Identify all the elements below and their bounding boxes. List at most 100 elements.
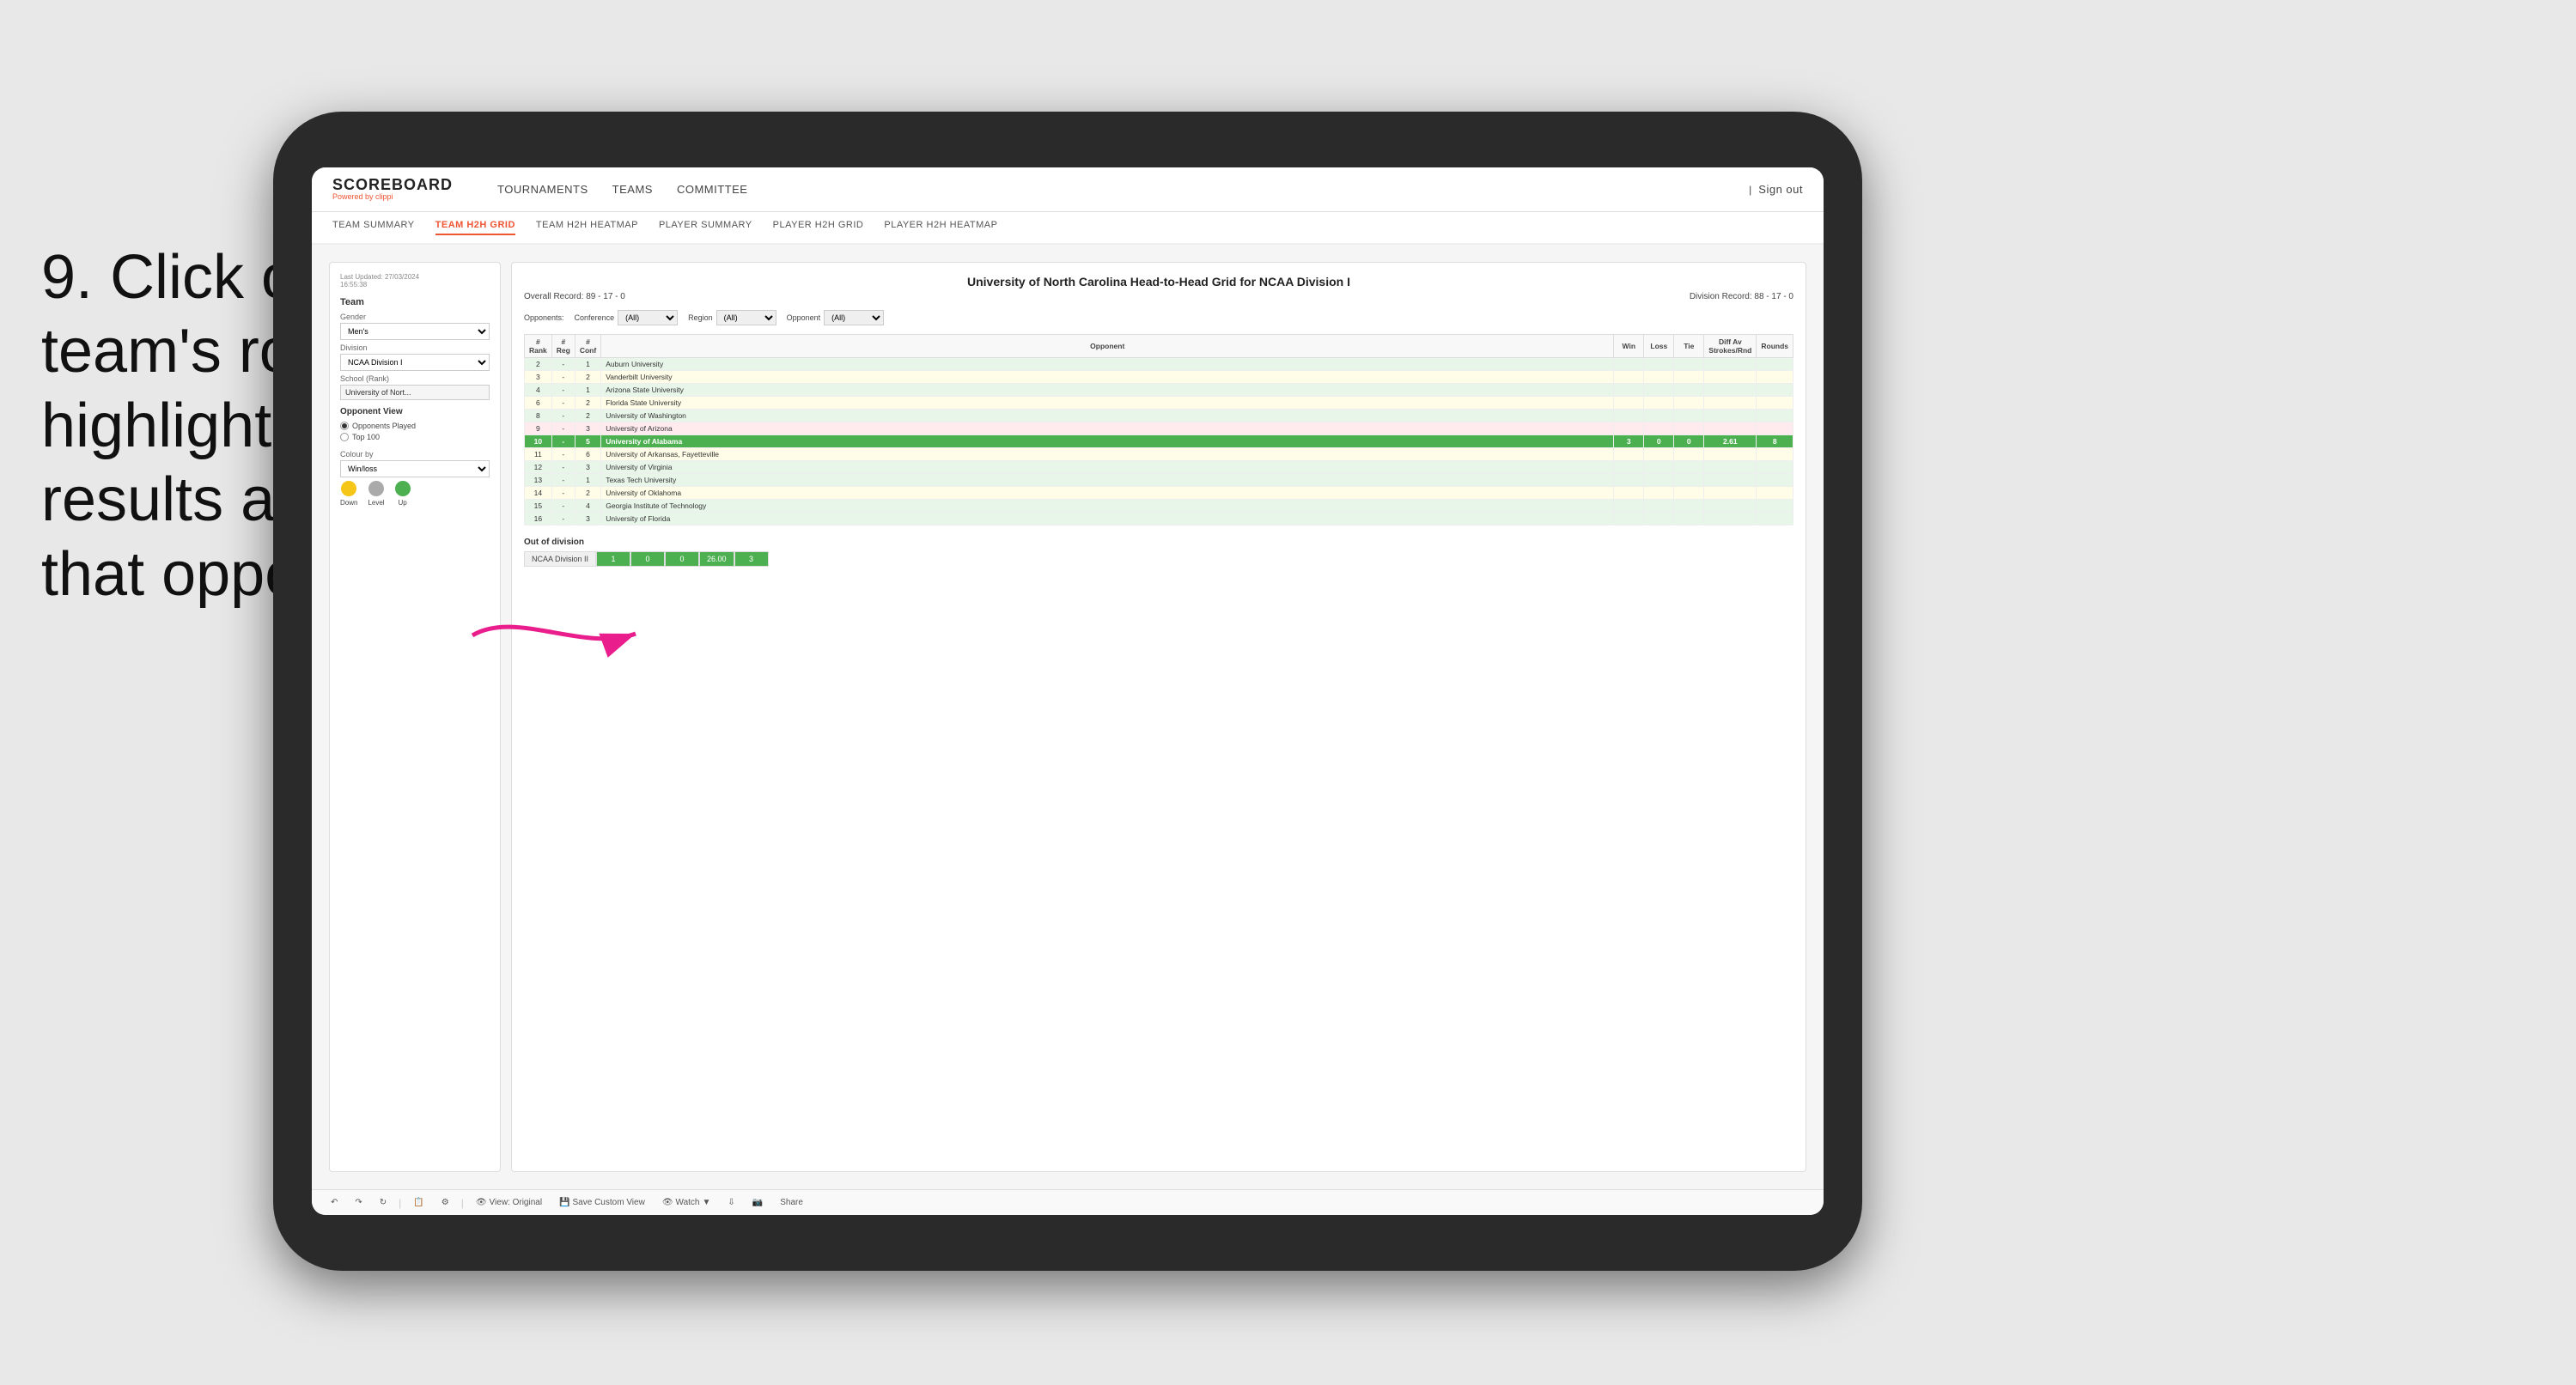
table-row[interactable]: 9-3University of Arizona <box>525 422 1793 435</box>
opponents-label: Opponents: <box>524 313 564 322</box>
opponent-select[interactable]: (All) <box>824 310 884 325</box>
conference-select[interactable]: (All) <box>618 310 678 325</box>
grid-title: University of North Carolina Head-to-Hea… <box>524 275 1793 289</box>
colour-section: Colour by Win/loss Down Level <box>340 450 490 507</box>
team-section-title: Team <box>340 297 490 307</box>
data-table: # Rank # Reg # Conf Opponent Win Loss Ti… <box>524 334 1793 525</box>
gender-select[interactable]: Men's <box>340 323 490 340</box>
table-row[interactable]: 3-2Vanderbilt University <box>525 371 1793 384</box>
nav-bar: SCOREBOARD Powered by clippi TOURNAMENTS… <box>312 167 1824 212</box>
nav-teams[interactable]: TEAMS <box>612 183 653 196</box>
radio-group: Opponents Played Top 100 <box>340 422 490 441</box>
logo-text: SCOREBOARD <box>332 177 453 194</box>
col-reg: # Reg <box>551 335 575 358</box>
radio-top100[interactable]: Top 100 <box>340 433 490 441</box>
radio-opponents-played[interactable]: Opponents Played <box>340 422 490 430</box>
down-circle <box>341 481 356 496</box>
nav-tournaments[interactable]: TOURNAMENTS <box>497 183 588 196</box>
out-div-diff: 26.00 <box>699 551 734 567</box>
out-div-rounds: 3 <box>734 551 769 567</box>
table-row[interactable]: 16-3University of Florida <box>525 513 1793 525</box>
level-circle <box>368 481 384 496</box>
division-select[interactable]: NCAA Division I <box>340 354 490 371</box>
nav-committee[interactable]: COMMITTEE <box>677 183 748 196</box>
tablet-screen: SCOREBOARD Powered by clippi TOURNAMENTS… <box>312 167 1824 1215</box>
main-content: Last Updated: 27/03/2024 16:55:38 Team G… <box>312 245 1824 1189</box>
out-div-win: 1 <box>596 551 630 567</box>
filters-row: Opponents: Conference (All) Region (All) <box>524 310 1793 325</box>
tab-player-h2h-heatmap[interactable]: PLAYER H2H HEATMAP <box>884 220 997 235</box>
school-value[interactable]: University of Nort... <box>340 385 490 400</box>
save-icon: 💾 <box>559 1198 569 1207</box>
conference-filter: Conference (All) <box>575 310 679 325</box>
table-row[interactable]: 11-6University of Arkansas, Fayetteville <box>525 448 1793 461</box>
tab-team-h2h-heatmap[interactable]: TEAM H2H HEATMAP <box>536 220 638 235</box>
grid-records: Overall Record: 89 - 17 - 0 Division Rec… <box>524 292 1793 301</box>
table-row[interactable]: 8-2University of Washington <box>525 410 1793 422</box>
division-label: Division <box>340 343 490 352</box>
gender-label: Gender <box>340 313 490 321</box>
tab-player-summary[interactable]: PLAYER SUMMARY <box>659 220 752 235</box>
overall-record: Overall Record: 89 - 17 - 0 <box>524 292 625 301</box>
opponent-view-title: Opponent View <box>340 407 490 416</box>
watch-button[interactable]: 👁 Watch ▼ <box>657 1195 716 1210</box>
colour-by-label: Colour by <box>340 450 490 459</box>
up-circle <box>395 481 411 496</box>
table-row[interactable]: 15-4Georgia Institute of Technology <box>525 500 1793 513</box>
table-row[interactable]: 2-1Auburn University <box>525 358 1793 371</box>
logo-sub: Powered by clippi <box>332 193 453 202</box>
export-button[interactable]: ⇩ <box>722 1195 740 1210</box>
colour-by-select[interactable]: Win/loss <box>340 460 490 477</box>
table-row[interactable]: 10-5University of Alabama3002.618 <box>525 435 1793 448</box>
region-select[interactable]: (All) <box>716 310 776 325</box>
out-of-div-title: Out of division <box>524 538 1793 547</box>
save-custom-button[interactable]: 💾 Save Custom View <box>554 1195 650 1210</box>
panel-timestamp: Last Updated: 27/03/2024 16:55:38 <box>340 273 490 289</box>
table-row[interactable]: 14-2University of Oklahoma <box>525 487 1793 500</box>
tab-team-summary[interactable]: TEAM SUMMARY <box>332 220 415 235</box>
col-loss: Loss <box>1644 335 1674 358</box>
col-diff: Diff Av Strokes/Rnd <box>1704 335 1757 358</box>
share-button[interactable]: Share <box>775 1195 808 1210</box>
table-row[interactable]: 12-3University of Virginia <box>525 461 1793 474</box>
tab-player-h2h-grid[interactable]: PLAYER H2H GRID <box>773 220 864 235</box>
radio-dot-empty <box>340 433 349 441</box>
table-row[interactable]: 13-1Texas Tech University <box>525 474 1793 487</box>
step-number: 9. <box>41 243 93 312</box>
left-panel: Last Updated: 27/03/2024 16:55:38 Team G… <box>329 262 501 1172</box>
legend-up: Up <box>395 481 411 507</box>
out-of-division: Out of division NCAA Division II 1 0 0 2… <box>524 538 1793 567</box>
table-row[interactable]: 4-1Arizona State University <box>525 384 1793 397</box>
division-record: Division Record: 88 - 17 - 0 <box>1690 292 1793 301</box>
col-conf: # Conf <box>575 335 600 358</box>
radio-dot-filled <box>340 422 349 430</box>
settings-button[interactable]: ⚙ <box>436 1195 454 1210</box>
redo-button[interactable]: ↷ <box>350 1195 367 1210</box>
colour-legend: Down Level Up <box>340 481 490 507</box>
col-win: Win <box>1614 335 1644 358</box>
copy-button[interactable]: 📋 <box>408 1195 429 1210</box>
tab-team-h2h-grid[interactable]: TEAM H2H GRID <box>435 220 515 235</box>
out-div-row: NCAA Division II 1 0 0 26.00 3 <box>524 551 1793 567</box>
out-div-label: NCAA Division II <box>524 551 596 567</box>
school-label: School (Rank) <box>340 374 490 383</box>
legend-down: Down <box>340 481 357 507</box>
eye-icon: 👁 <box>476 1198 487 1207</box>
sign-out-link[interactable]: Sign out <box>1758 183 1803 196</box>
out-div-loss: 0 <box>630 551 665 567</box>
toolbar: ↶ ↷ ↻ | 📋 ⚙ | 👁 View: Original 💾 Save Cu… <box>312 1189 1824 1215</box>
view-original-button[interactable]: 👁 View: Original <box>471 1195 547 1210</box>
logo-area: SCOREBOARD Powered by clippi <box>332 177 453 203</box>
print-button[interactable]: 📷 <box>747 1195 768 1210</box>
col-opponent: Opponent <box>601 335 1614 358</box>
nav-right: | Sign out <box>1749 183 1803 196</box>
undo-button[interactable]: ↶ <box>326 1195 343 1210</box>
table-row[interactable]: 6-2Florida State University <box>525 397 1793 410</box>
watch-icon: 👁 <box>662 1198 673 1207</box>
legend-level: Level <box>368 481 384 507</box>
nav-links: TOURNAMENTS TEAMS COMMITTEE <box>497 183 747 196</box>
reset-button[interactable]: ↻ <box>375 1195 392 1210</box>
col-tie: Tie <box>1674 335 1704 358</box>
tablet-device: SCOREBOARD Powered by clippi TOURNAMENTS… <box>273 112 1862 1271</box>
opponent-filter: Opponent (All) <box>787 310 885 325</box>
